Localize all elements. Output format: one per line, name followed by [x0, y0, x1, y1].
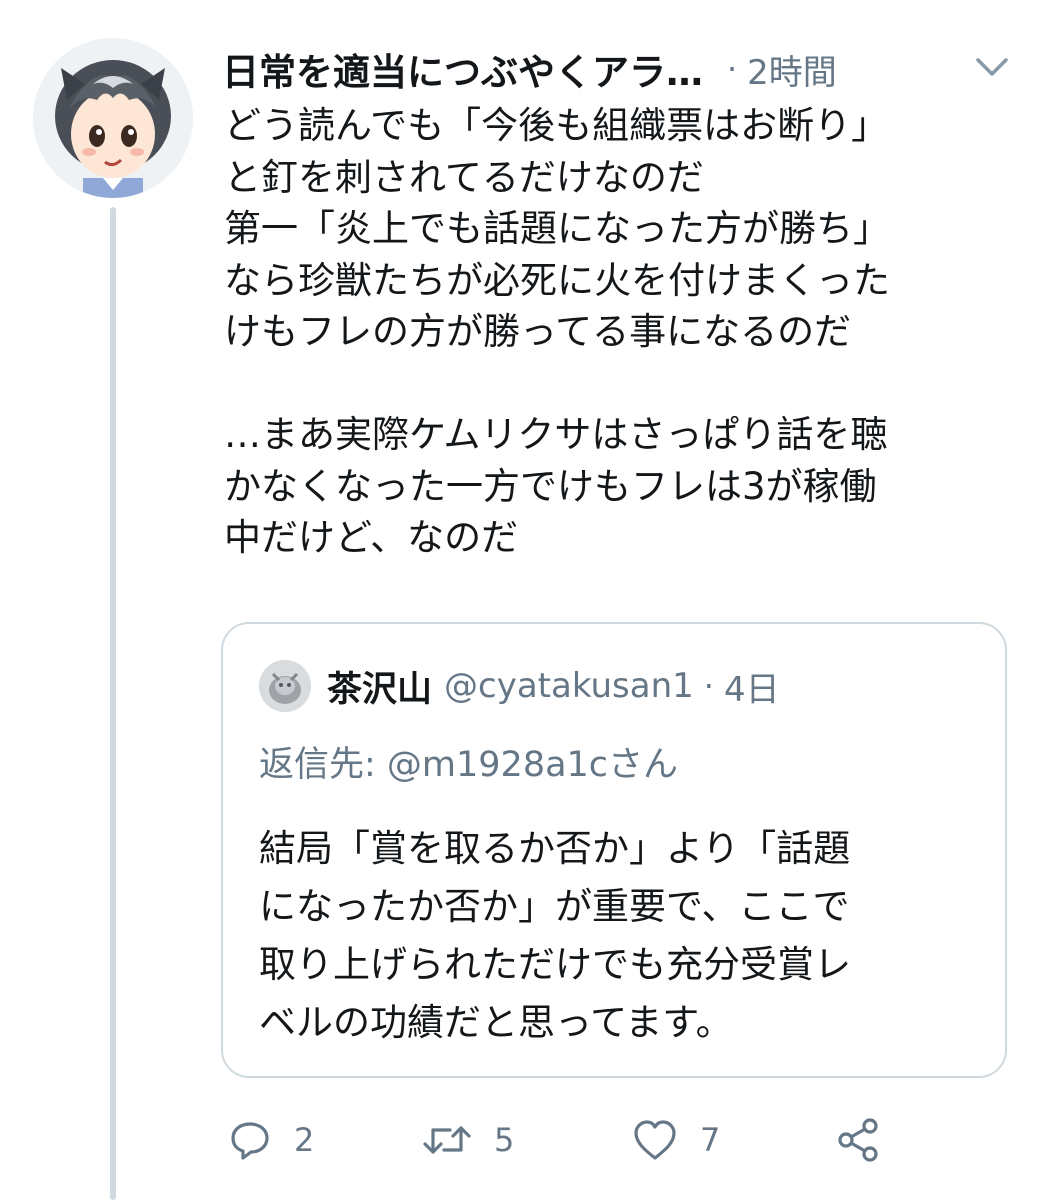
like-icon [632, 1118, 678, 1162]
quote-text: 結局「賞を取るか否か」より「話題 になったか否か」が重要で、ここで 取り上げられ… [259, 820, 979, 1052]
quote-text-line: 取り上げられただけでも充分受賞レ [259, 943, 851, 986]
reply-button[interactable]: 2 [228, 1112, 314, 1168]
tweet-text-line: かなくなった一方でけもフレは3が稼働 [224, 464, 877, 508]
retweet-button[interactable]: 5 [422, 1112, 514, 1168]
quote-author-name: 茶沢山 [327, 669, 433, 710]
quote-separator: · [703, 667, 714, 705]
quote-header: 茶沢山 @cyatakusan1 · 4日 [259, 660, 780, 712]
quote-text-line: 結局「賞を取るか否か」より「話題 [259, 827, 851, 870]
tweet-text-line: どう読んでも「今後も組織票はお断り」 [224, 104, 889, 147]
tweet-text-line: 第一「炎上でも話題になった方が勝ち」 [224, 207, 890, 250]
avatar-image [33, 38, 193, 198]
tweet-text-line: 中だけど、なのだ [224, 516, 519, 559]
tweet-text-line: なら珍獣たちが必死に火を付けまくった [224, 258, 890, 302]
quote-text-line: ベルの功績だと思ってます。 [259, 1001, 733, 1044]
author-name[interactable]: 日常を適当につぶやくアラ… [222, 42, 703, 96]
header-separator: · [727, 50, 738, 88]
tweet-text-line [224, 358, 1014, 410]
tweet-text-line: と釘を刺されてるだけなのだ [224, 155, 704, 199]
share-icon [834, 1116, 882, 1164]
like-button[interactable]: 7 [632, 1112, 720, 1168]
thread-line [110, 207, 116, 1200]
reply-icon [228, 1118, 272, 1162]
quote-timestamp: 4日 [723, 669, 780, 710]
quote-text-line: になったか否か」が重要で、ここで [259, 885, 850, 928]
tweet-header: 日常を適当につぶやくアラ… · 2時間 [222, 40, 1012, 98]
avatar[interactable] [33, 38, 193, 198]
tweet-timestamp[interactable]: 2時間 [747, 45, 837, 94]
retweet-icon [422, 1118, 472, 1162]
reply-count: 2 [294, 1121, 315, 1159]
chevron-down-icon[interactable] [972, 52, 1012, 82]
like-count: 7 [700, 1121, 721, 1159]
retweet-count: 5 [494, 1121, 515, 1159]
tweet-text-line: けもフレの方が勝ってる事になるのだ [224, 310, 852, 353]
quote-avatar [259, 660, 311, 712]
quote-author-handle: @cyatakusan1 [444, 666, 694, 706]
quote-avatar-image [259, 660, 311, 712]
quote-reply-to: 返信先: @m1928a1cさん [259, 745, 679, 785]
action-bar: 2 5 7 [222, 1112, 1012, 1168]
share-button[interactable] [834, 1112, 882, 1168]
tweet-text-line: …まあ実際ケムリクサはさっぱり話を聴 [224, 413, 888, 456]
quoted-tweet-card[interactable]: 茶沢山 @cyatakusan1 · 4日 返信先: @m1928a1cさん 結… [221, 622, 1007, 1078]
tweet-text: どう読んでも「今後も組織票はお断り」 と釘を刺されてるだけなのだ 第一「炎上でも… [224, 100, 1014, 564]
